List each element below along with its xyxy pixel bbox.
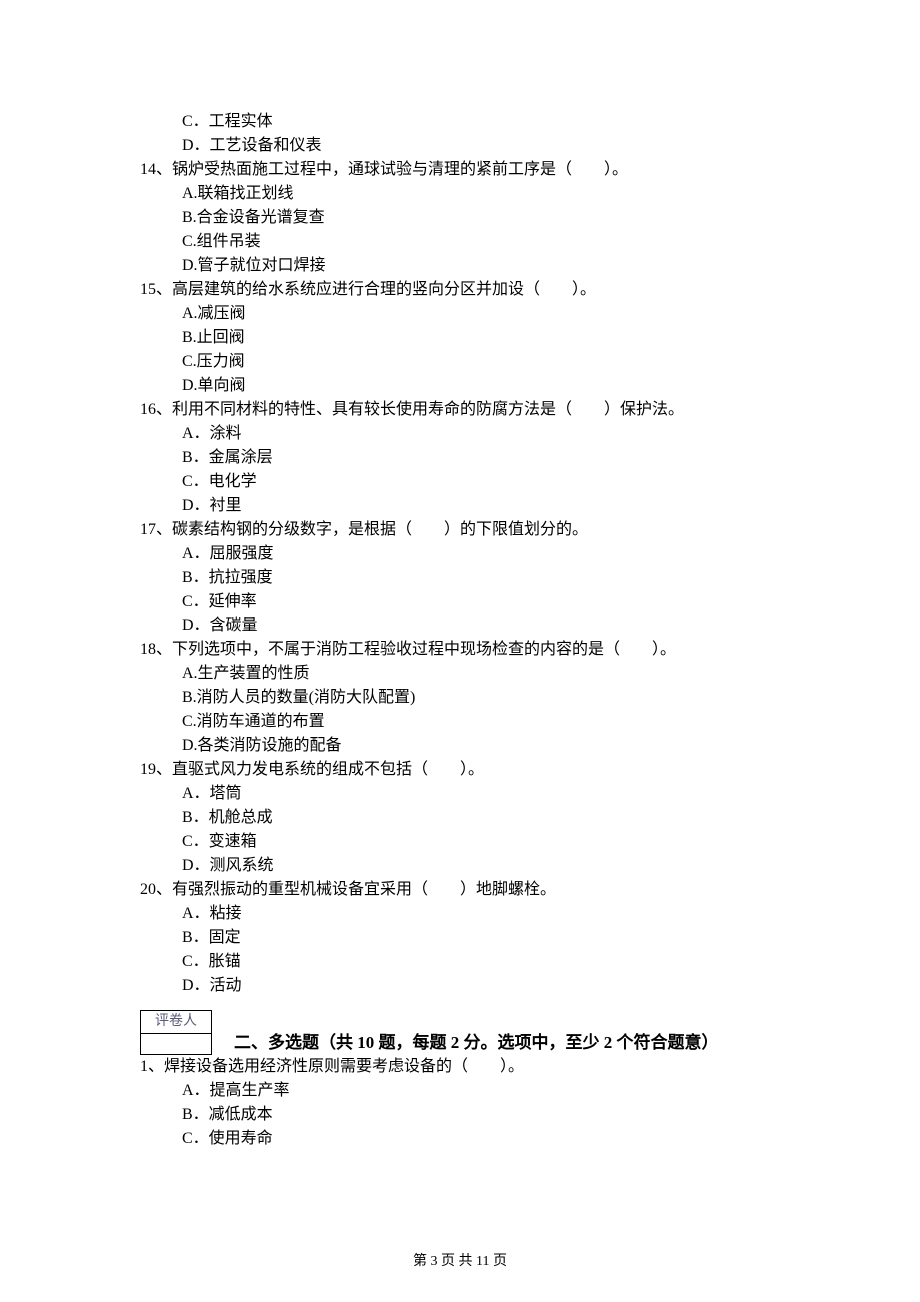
- question-19-stem: 19、直驱式风力发电系统的组成不包括（ ）。: [140, 758, 800, 782]
- section-2-title: 二、多选题（共 10 题，每题 2 分。选项中，至少 2 个符合题意）: [234, 1030, 719, 1056]
- question-15-option-b: B.止回阀: [140, 326, 800, 350]
- question-16-option-c: C．电化学: [140, 470, 800, 494]
- question-18-stem: 18、下列选项中，不属于消防工程验收过程中现场检查的内容的是（ ）。: [140, 638, 800, 662]
- question-15-option-c: C.压力阀: [140, 350, 800, 374]
- question-20-option-d: D．活动: [140, 974, 800, 998]
- question-14-option-c: C.组件吊装: [140, 230, 800, 254]
- question-17-stem: 17、碳素结构钢的分级数字，是根据（ ）的下限值划分的。: [140, 518, 800, 542]
- question-17-option-b: B．抗拉强度: [140, 566, 800, 590]
- question-18-option-d: D.各类消防设施的配备: [140, 734, 800, 758]
- scorer-box: 评卷人: [140, 1010, 212, 1055]
- s2-question-1-option-c: C．使用寿命: [140, 1127, 800, 1151]
- s2-question-1-option-a: A．提高生产率: [140, 1079, 800, 1103]
- question-19-option-c: C．变速箱: [140, 830, 800, 854]
- question-16-option-d: D．衬里: [140, 494, 800, 518]
- page-footer: 第 3 页 共 11 页: [0, 1251, 920, 1272]
- question-20-stem: 20、有强烈振动的重型机械设备宜采用（ ）地脚螺栓。: [140, 878, 800, 902]
- question-14-stem: 14、锅炉受热面施工过程中，通球试验与清理的紧前工序是（ ）。: [140, 158, 800, 182]
- question-16-option-b: B．金属涂层: [140, 446, 800, 470]
- question-15-stem: 15、高层建筑的给水系统应进行合理的竖向分区并加设（ ）。: [140, 278, 800, 302]
- scorer-blank: [140, 1034, 212, 1055]
- question-19-option-a: A．塔筒: [140, 782, 800, 806]
- question-15-option-a: A.减压阀: [140, 302, 800, 326]
- prev-q-option-d: D．工艺设备和仪表: [140, 134, 800, 158]
- question-14-option-b: B.合金设备光谱复查: [140, 206, 800, 230]
- question-17-option-a: A．屈服强度: [140, 542, 800, 566]
- question-16-option-a: A．涂料: [140, 422, 800, 446]
- question-14-option-d: D.管子就位对口焊接: [140, 254, 800, 278]
- question-18-option-b: B.消防人员的数量(消防大队配置): [140, 686, 800, 710]
- question-18-option-a: A.生产装置的性质: [140, 662, 800, 686]
- prev-q-option-c: C．工程实体: [140, 110, 800, 134]
- question-19-option-d: D．测风系统: [140, 854, 800, 878]
- question-18-option-c: C.消防车通道的布置: [140, 710, 800, 734]
- question-20-option-a: A．粘接: [140, 902, 800, 926]
- section-2-header-row: 评卷人 二、多选题（共 10 题，每题 2 分。选项中，至少 2 个符合题意）: [140, 1004, 800, 1055]
- document-page: C．工程实体 D．工艺设备和仪表 14、锅炉受热面施工过程中，通球试验与清理的紧…: [0, 0, 920, 1302]
- question-17-option-c: C．延伸率: [140, 590, 800, 614]
- question-14-option-a: A.联箱找正划线: [140, 182, 800, 206]
- question-15-option-d: D.单向阀: [140, 374, 800, 398]
- scorer-label: 评卷人: [140, 1010, 212, 1034]
- question-20-option-c: C．胀锚: [140, 950, 800, 974]
- question-19-option-b: B．机舱总成: [140, 806, 800, 830]
- question-20-option-b: B．固定: [140, 926, 800, 950]
- s2-question-1-option-b: B．减低成本: [140, 1103, 800, 1127]
- s2-question-1-stem: 1、焊接设备选用经济性原则需要考虑设备的（ ）。: [140, 1055, 800, 1079]
- question-16-stem: 16、利用不同材料的特性、具有较长使用寿命的防腐方法是（ ）保护法。: [140, 398, 800, 422]
- question-17-option-d: D．含碳量: [140, 614, 800, 638]
